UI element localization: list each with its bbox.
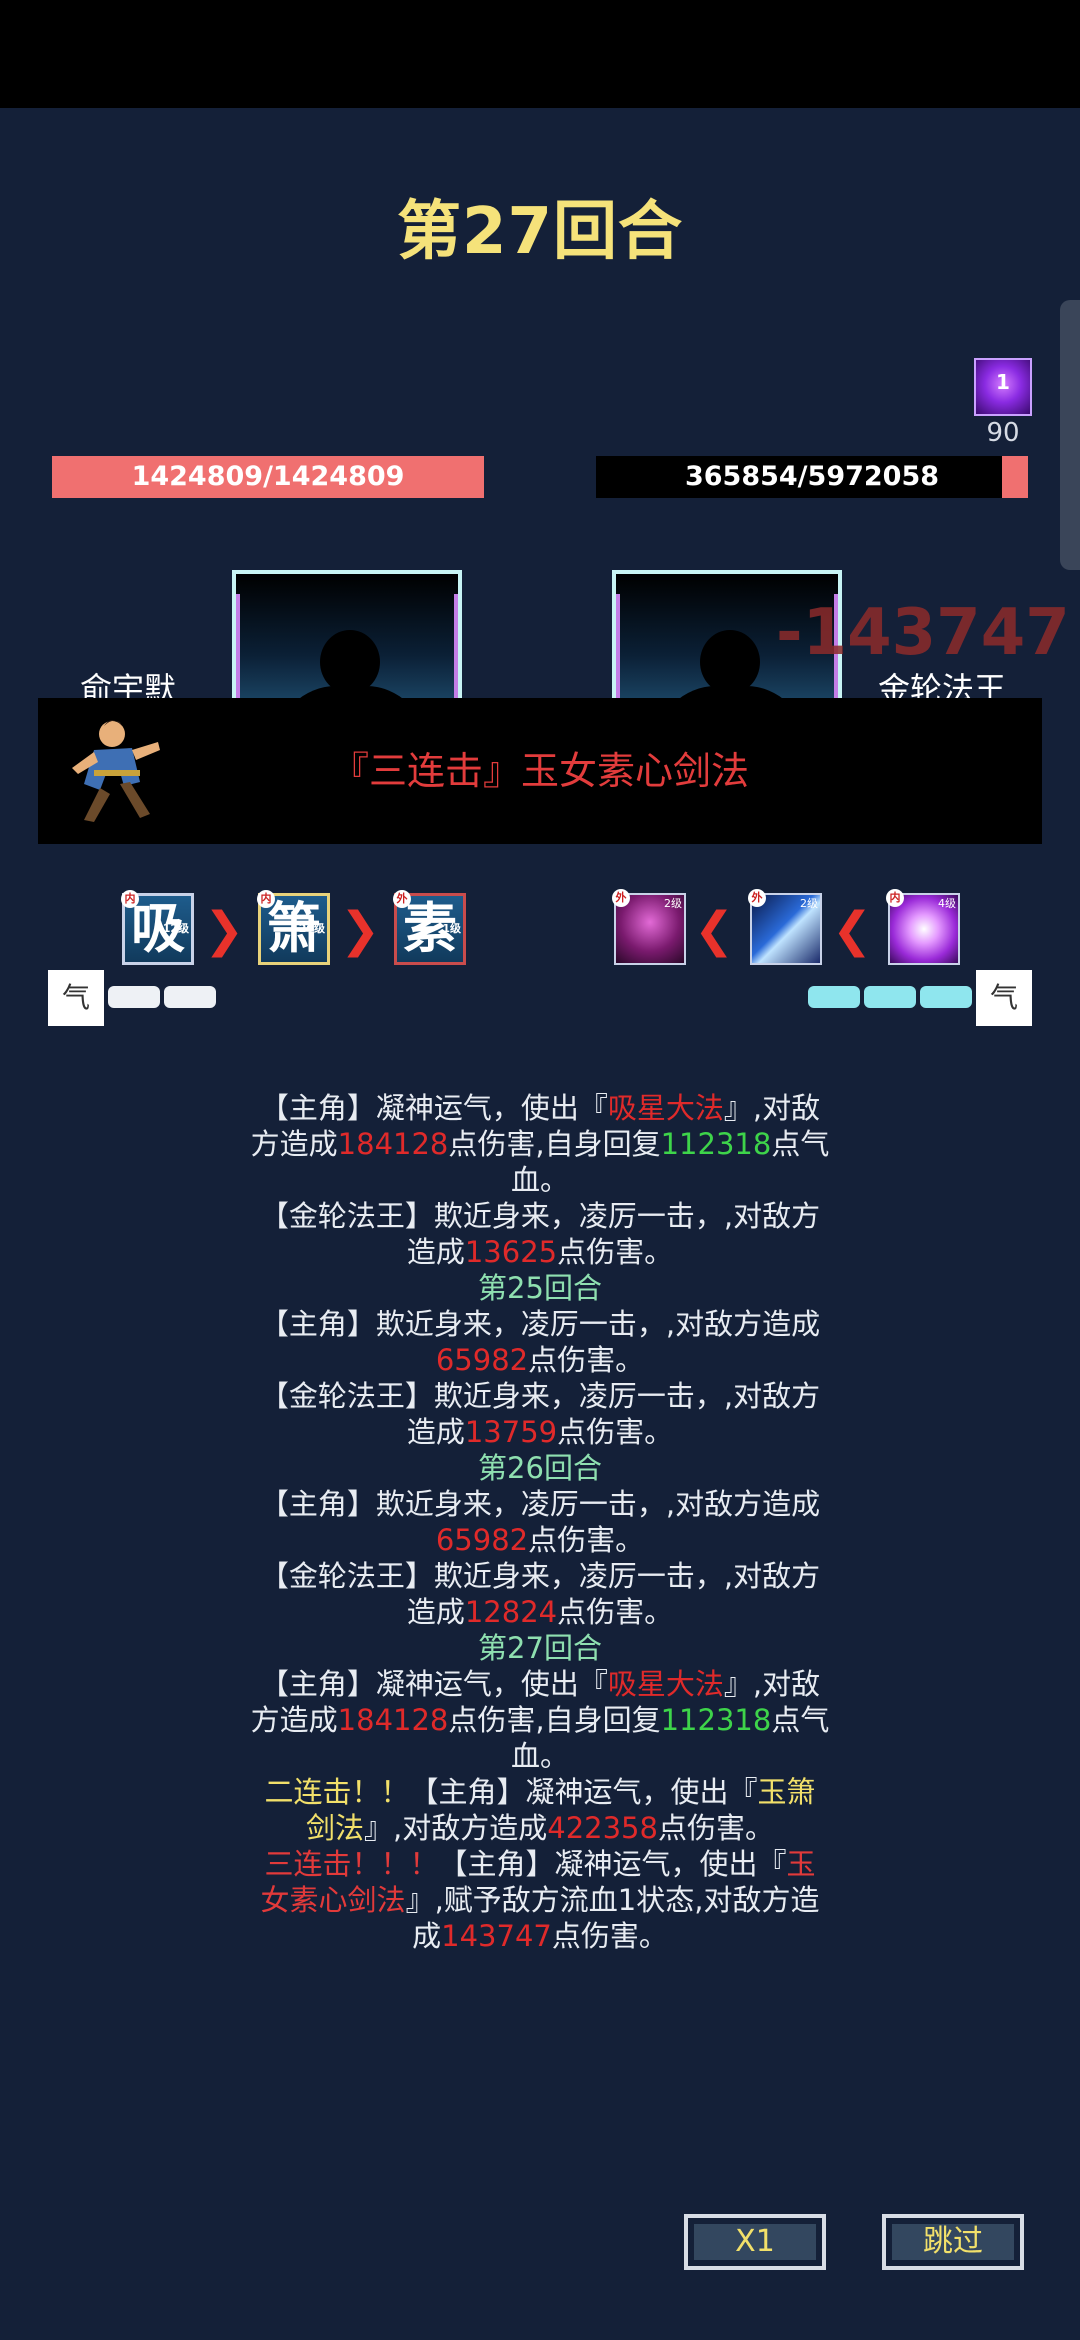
damage-popup: -143747 (776, 596, 1070, 670)
log-round-header: 第25回合 (478, 1271, 602, 1305)
log-segment: 点伤害,自身回复 (448, 1703, 661, 1737)
log-segment: 184128 (337, 1703, 449, 1737)
log-segment: 65982 (435, 1523, 529, 1557)
skill-xiao-icon[interactable]: 箫 内 20级 (257, 890, 330, 965)
log-entry: 【金轮法王】欺近身来，凌厉一击，,对敌方造成12824点伤害。 (250, 1558, 830, 1630)
enemy-hp-text: 365854/5972058 (684, 461, 940, 492)
chevron-right-icon: ❯ (340, 902, 381, 958)
skill-type-badge: 外 (393, 890, 411, 908)
silhouette-head (700, 630, 760, 694)
player-qi-pip (108, 986, 160, 1008)
buff-count: 1 (996, 370, 1010, 394)
silhouette-head (320, 630, 380, 694)
log-segment: 【主角】凝神运气，使出『 (409, 1775, 758, 1809)
chevron-left-icon: ❮ (694, 902, 735, 958)
log-round-header: 第27回合 (478, 1631, 602, 1665)
purple-skull-icon[interactable]: 内 4级 (886, 889, 960, 965)
skill-level: 4级 (938, 897, 956, 910)
log-segment: 【主角】欺近身来，凌厉一击，,对敌方造成 (259, 1487, 821, 1521)
log-segment: 【主角】欺近身来，凌厉一击，,对敌方造成 (259, 1307, 821, 1341)
log-segment: 65982 (435, 1343, 529, 1377)
log-segment: 12824 (464, 1595, 558, 1629)
skip-button[interactable]: 跳过 (882, 2214, 1024, 2270)
skill-level: 1级 (442, 922, 461, 935)
speed-button[interactable]: X1 (684, 2214, 826, 2270)
log-segment: 吸星大法 (607, 1091, 724, 1125)
enemy-hp-fill (1001, 456, 1028, 498)
enemy-hp-bar: 365854/5972058 (596, 456, 1028, 498)
enemy-qi-pip (864, 986, 916, 1008)
player-qi-pip (164, 986, 216, 1008)
log-entry: 二连击！！【主角】凝神运气，使出『玉箫剑法』,对敌方造成422358点伤害。 (250, 1774, 830, 1846)
skill-level: 20级 (298, 922, 325, 935)
chevron-left-icon: ❮ (832, 902, 873, 958)
skill-su-icon[interactable]: 素 外 1级 (393, 890, 466, 965)
log-segment: 143747 (441, 1919, 552, 1953)
log-segment: 【主角】凝神运气，使出『 (438, 1847, 787, 1881)
log-segment: 点伤害。 (557, 1235, 674, 1269)
round-title: 第27回合 (396, 195, 684, 269)
chevron-right-icon: ❯ (204, 902, 245, 958)
skill-level: 2级 (664, 897, 682, 910)
log-segment: 184128 (337, 1127, 449, 1161)
player-hp-bar: 1424809/1424809 (52, 456, 484, 498)
scrollbar[interactable] (1060, 300, 1080, 570)
player-qi-label: 气 (48, 970, 104, 1026)
speed-button-label: X1 (694, 2224, 816, 2260)
log-entry: 【主角】欺近身来，凌厉一击，,对敌方造成65982点伤害。 (250, 1486, 830, 1558)
skill-level: 2级 (800, 897, 818, 910)
log-segment: 点伤害。 (528, 1343, 645, 1377)
battle-log: 【主角】凝神运气，使出『吸星大法』,对敌方造成184128点伤害,自身回复112… (250, 1090, 830, 1954)
buff-turns: 90 (986, 418, 1020, 448)
purple-energy-icon[interactable]: 1 (974, 358, 1032, 416)
blue-sword-icon[interactable]: 外 2级 (748, 889, 822, 965)
log-entry: 【主角】欺近身来，凌厉一击，,对敌方造成65982点伤害。 (250, 1306, 830, 1378)
log-segment: 【主角】凝神运气，使出『 (259, 1667, 608, 1701)
log-segment: 吸星大法 (607, 1667, 724, 1701)
status-bar (0, 0, 1080, 108)
log-segment: 点伤害,自身回复 (448, 1127, 661, 1161)
log-segment: 【主角】凝神运气，使出『 (259, 1091, 608, 1125)
log-segment: 422358 (547, 1811, 658, 1845)
log-segment: 二连击！！ (264, 1775, 410, 1809)
skip-button-label: 跳过 (892, 2224, 1014, 2260)
log-segment: 三连击！！！ (264, 1847, 439, 1881)
log-entry: 【金轮法王】欺近身来，凌厉一击，,对敌方造成13759点伤害。 (250, 1378, 830, 1450)
skill-type-badge: 内 (886, 889, 904, 907)
log-entry: 三连击！！！【主角】凝神运气，使出『玉女素心剑法』,赋予敌方流血1状态,对敌方造… (250, 1846, 830, 1954)
skill-xi-icon[interactable]: 吸 内 12级 (121, 890, 194, 965)
skill-banner-text: 『三连击』玉女素心剑法 (330, 749, 749, 793)
skill-banner: 『三连击』玉女素心剑法 (38, 698, 1042, 844)
enemy-qi-pip (920, 986, 972, 1008)
log-entry: 【金轮法王】欺近身来，凌厉一击，,对敌方造成13625点伤害。 (250, 1198, 830, 1270)
log-segment: 13759 (464, 1415, 558, 1449)
skill-type-badge: 内 (121, 890, 139, 908)
log-segment: 点伤害。 (557, 1595, 674, 1629)
log-entry: 【主角】凝神运气，使出『吸星大法』,对敌方造成184128点伤害,自身回复112… (250, 1666, 830, 1774)
enemy-qi-pip (808, 986, 860, 1008)
skill-type-badge: 内 (257, 890, 275, 908)
log-segment: 112318 (660, 1127, 772, 1161)
skill-type-badge: 外 (748, 889, 766, 907)
log-segment: 点伤害。 (657, 1811, 774, 1845)
dark-slash-icon[interactable]: 外 2级 (612, 889, 686, 965)
log-segment: 13625 (464, 1235, 558, 1269)
log-segment: 112318 (660, 1703, 772, 1737)
log-segment: 』,对敌方造成 (364, 1811, 548, 1845)
player-portrait[interactable] (232, 570, 462, 710)
log-segment: 点伤害。 (557, 1415, 674, 1449)
skill-level: 12级 (162, 922, 189, 935)
log-entry: 【主角】凝神运气，使出『吸星大法』,对敌方造成184128点伤害,自身回复112… (250, 1090, 830, 1198)
log-round-header: 第26回合 (478, 1451, 602, 1485)
log-segment: 点伤害。 (528, 1523, 645, 1557)
log-segment: 点伤害。 (551, 1919, 668, 1953)
enemy-qi-label: 气 (976, 970, 1032, 1026)
skill-type-badge: 外 (612, 889, 630, 907)
player-hp-text: 1424809/1424809 (131, 461, 405, 492)
